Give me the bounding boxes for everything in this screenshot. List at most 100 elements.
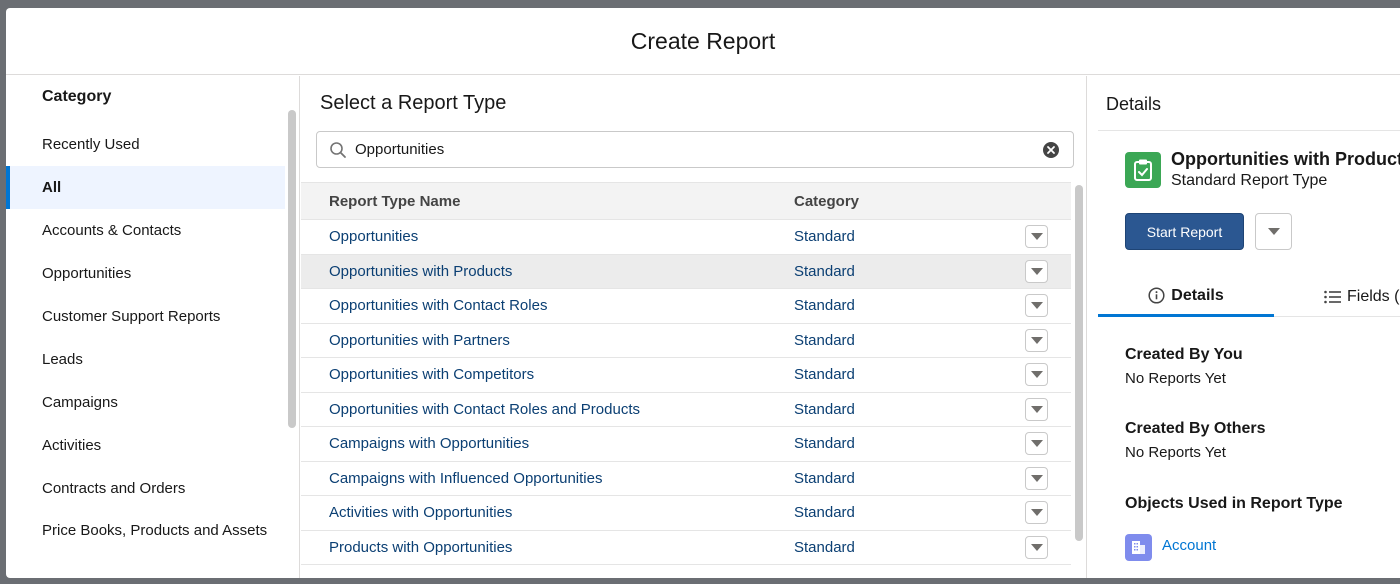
report-type-link[interactable]: Opportunities with Contact Roles: [329, 297, 547, 314]
row-action-dropdown[interactable]: [1025, 501, 1048, 525]
row-action-dropdown[interactable]: [1025, 294, 1048, 318]
table-row[interactable]: Activities with Opportunities Standard: [301, 496, 1071, 531]
details-heading: Details: [1106, 94, 1162, 114]
report-type-category: Standard: [794, 538, 855, 556]
chevron-down-icon: [1030, 371, 1043, 379]
chevron-down-icon: [1030, 233, 1043, 241]
chevron-down-icon: [1030, 509, 1043, 517]
created-by-others-value: No Reports Yet: [1125, 444, 1226, 461]
report-type-category: Standard: [794, 504, 855, 522]
object-link-account[interactable]: Account: [1162, 537, 1216, 554]
sidebar-scrollbar[interactable]: [288, 110, 296, 428]
category-sidebar: Category Recently Used All Accounts & Co…: [6, 76, 300, 578]
category-contracts-orders[interactable]: Contracts and Orders: [6, 467, 285, 510]
start-report-button[interactable]: Start Report: [1125, 213, 1244, 250]
report-type-category: Standard: [794, 228, 855, 246]
table-row[interactable]: Opportunities with Contact Roles and Pro…: [301, 393, 1071, 427]
chevron-down-icon: [1030, 440, 1043, 448]
category-accounts-contacts[interactable]: Accounts & Contacts: [6, 209, 285, 252]
category-activities[interactable]: Activities: [6, 424, 285, 467]
table-row[interactable]: Products with Opportunities Standard: [301, 531, 1071, 565]
chevron-down-icon: [1030, 267, 1043, 275]
report-type-category: Standard: [794, 366, 855, 384]
start-report-menu-button[interactable]: [1255, 213, 1292, 250]
clear-icon[interactable]: [1042, 141, 1060, 159]
table-row[interactable]: Campaigns with Influenced Opportunities …: [301, 462, 1071, 496]
chevron-down-icon: [1267, 228, 1280, 235]
details-tabs: Details Fields (: [1098, 277, 1400, 317]
details-divider: [1098, 130, 1400, 131]
report-type-link[interactable]: Opportunities with Competitors: [329, 366, 534, 383]
report-type-category: Standard: [794, 297, 855, 315]
tab-details-label: Details: [1171, 286, 1224, 304]
created-by-you-title: Created By You: [1125, 346, 1243, 363]
row-action-dropdown[interactable]: [1025, 363, 1048, 387]
modal-header: Create Report: [6, 8, 1400, 75]
table-row[interactable]: Opportunities with Partners Standard: [301, 324, 1071, 358]
category-recently-used[interactable]: Recently Used: [6, 123, 285, 166]
report-type-link[interactable]: Opportunities with Products: [329, 263, 512, 280]
chevron-down-icon: [1030, 336, 1043, 344]
search-input[interactable]: [355, 141, 1042, 158]
column-header-name[interactable]: Report Type Name: [329, 193, 460, 210]
objects-used-title: Objects Used in Report Type: [1125, 495, 1343, 512]
tab-fields[interactable]: Fields (: [1324, 277, 1399, 317]
table-row[interactable]: Opportunities Standard: [301, 220, 1071, 255]
tab-details[interactable]: Details: [1098, 277, 1274, 317]
report-type-panel: Select a Report Type Report Type Name Ca…: [301, 76, 1087, 578]
category-all[interactable]: All: [6, 166, 285, 209]
category-list: Recently Used All Accounts & Contacts Op…: [6, 123, 285, 566]
category-campaigns[interactable]: Campaigns: [6, 381, 285, 424]
table-scrollbar[interactable]: [1075, 185, 1083, 541]
chevron-down-icon: [1030, 543, 1043, 551]
report-type-kind: Standard Report Type: [1171, 172, 1328, 189]
row-action-dropdown[interactable]: [1025, 328, 1048, 352]
report-type-category: Standard: [794, 331, 855, 349]
created-by-you-value: No Reports Yet: [1125, 370, 1226, 387]
report-type-name: Opportunities with Products: [1171, 149, 1400, 169]
category-opportunities[interactable]: Opportunities: [6, 252, 285, 295]
report-type-link[interactable]: Opportunities with Contact Roles and Pro…: [329, 401, 640, 418]
category-price-books-products-assets[interactable]: Price Books, Products and Assets: [6, 510, 285, 566]
account-icon: [1125, 534, 1152, 561]
report-type-category: Standard: [794, 262, 855, 280]
modal-body: Category Recently Used All Accounts & Co…: [6, 76, 1400, 578]
report-type-link[interactable]: Opportunities: [329, 228, 418, 245]
row-action-dropdown[interactable]: [1025, 397, 1048, 421]
tab-fields-label: Fields (: [1347, 288, 1400, 305]
search-icon: [329, 141, 347, 159]
table-header: Report Type Name Category: [301, 182, 1071, 220]
modal-title: Create Report: [630, 27, 776, 54]
report-type-title: Select a Report Type: [320, 92, 507, 114]
report-type-category: Standard: [794, 469, 855, 487]
report-type-link[interactable]: Campaigns with Opportunities: [329, 435, 529, 452]
chevron-down-icon: [1030, 302, 1043, 310]
report-clipboard-icon: [1125, 152, 1161, 188]
row-action-dropdown[interactable]: [1025, 432, 1048, 456]
row-action-dropdown[interactable]: [1025, 535, 1048, 559]
row-action-dropdown[interactable]: [1025, 466, 1048, 490]
details-panel: Details Opportunities with Products Stan…: [1088, 76, 1400, 578]
report-type-link[interactable]: Opportunities with Partners: [329, 332, 510, 349]
created-by-others-title: Created By Others: [1125, 420, 1266, 437]
category-heading: Category: [42, 88, 112, 105]
create-report-modal: Create Report Category Recently Used All…: [6, 8, 1400, 578]
info-icon: [1148, 287, 1165, 304]
chevron-down-icon: [1030, 474, 1043, 482]
table-row[interactable]: Opportunities with Products Standard: [301, 254, 1071, 289]
table-row[interactable]: Opportunities with Competitors Standard: [301, 358, 1071, 393]
report-type-category: Standard: [794, 400, 855, 418]
table-row[interactable]: Opportunities with Contact Roles Standar…: [301, 289, 1071, 324]
report-type-search: [316, 131, 1074, 168]
row-action-dropdown[interactable]: [1025, 259, 1048, 283]
column-header-category[interactable]: Category: [794, 193, 859, 210]
table-row[interactable]: Campaigns with Opportunities Standard: [301, 427, 1071, 462]
report-type-link[interactable]: Campaigns with Influenced Opportunities: [329, 470, 603, 487]
category-leads[interactable]: Leads: [6, 338, 285, 381]
report-type-category: Standard: [794, 435, 855, 453]
row-action-dropdown[interactable]: [1025, 225, 1048, 249]
list-icon: [1324, 290, 1341, 304]
report-type-link[interactable]: Activities with Opportunities: [329, 504, 512, 521]
category-customer-support-reports[interactable]: Customer Support Reports: [6, 295, 285, 338]
report-type-link[interactable]: Products with Opportunities: [329, 539, 512, 556]
